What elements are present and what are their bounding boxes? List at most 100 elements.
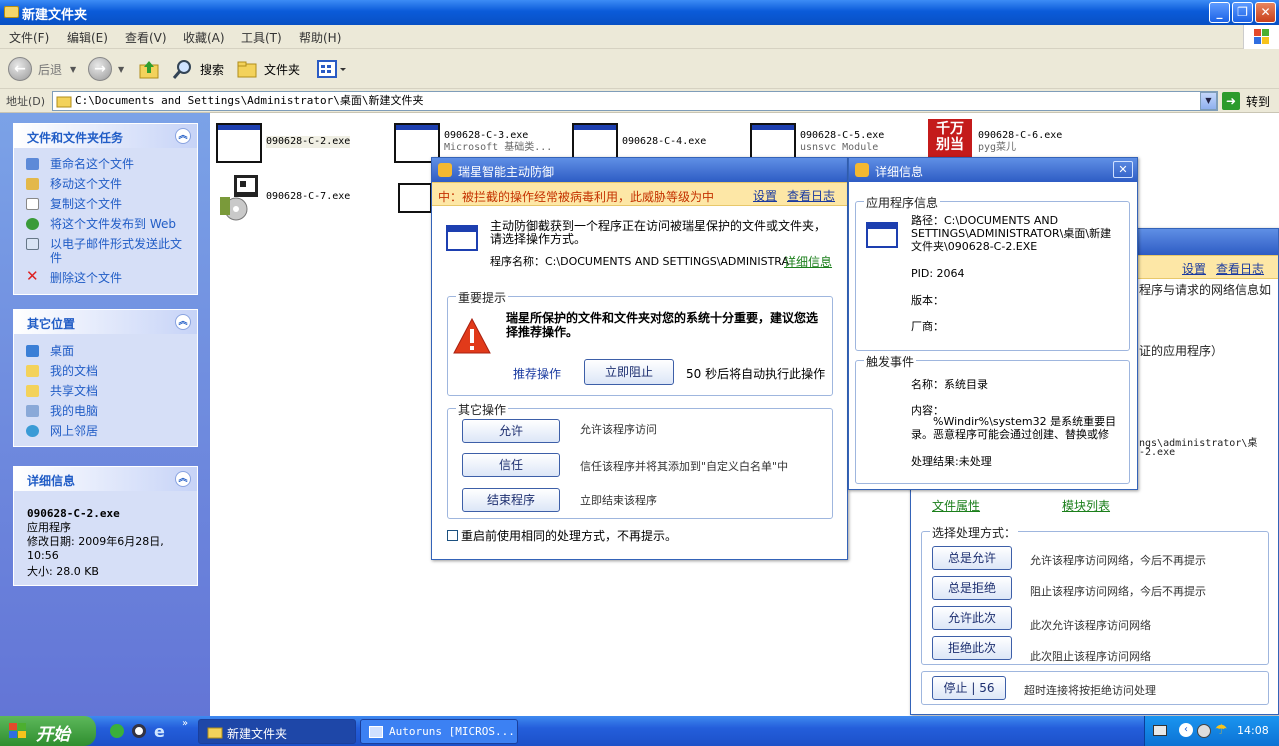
warning-triangle-icon bbox=[453, 317, 491, 354]
exe-file-icon[interactable] bbox=[216, 123, 262, 163]
taskbar-item-autoruns[interactable]: Autoruns [MICROS... bbox=[360, 719, 518, 744]
clock[interactable]: 14:08 bbox=[1237, 724, 1269, 737]
detail-close-button[interactable]: ✕ bbox=[1113, 161, 1133, 178]
place-network[interactable]: 网上邻居 bbox=[14, 424, 197, 438]
allow-once-button[interactable]: 允许此次 bbox=[932, 606, 1012, 630]
custom-exe-icon[interactable]: 千万 别当 bbox=[928, 119, 972, 157]
end-program-button[interactable]: 结束程序 bbox=[462, 488, 560, 512]
tray-expand-icon[interactable]: ‹ bbox=[1179, 723, 1193, 737]
window-file-icon[interactable] bbox=[398, 183, 432, 213]
file-name[interactable]: 090628-C-4.exe bbox=[622, 136, 706, 148]
quicklaunch-ie-icon[interactable]: e bbox=[154, 722, 165, 741]
menu-view[interactable]: 查看(V) bbox=[125, 29, 167, 46]
installer-icon[interactable] bbox=[218, 173, 262, 221]
app-version: 版本： bbox=[911, 294, 944, 307]
collapse-icon[interactable]: ︽ bbox=[175, 128, 191, 144]
other-places-header[interactable]: 其它位置 ︽ bbox=[14, 310, 197, 334]
file-properties-link[interactable]: 文件属性 bbox=[932, 497, 980, 514]
remember-checkbox-row[interactable]: 重启前使用相同的处理方式，不再提示。 bbox=[447, 527, 677, 544]
active-defense-dialog: 瑞星智能主动防御 中：被拦截的操作经常被病毒利用，此威胁等级为中 设置 查看日志… bbox=[431, 157, 848, 560]
start-button[interactable]: 开始 bbox=[0, 716, 96, 746]
block-now-button[interactable]: 立即阻止 bbox=[584, 359, 674, 385]
other-places-panel: 其它位置 ︽ 桌面 我的文档 共享文档 我的电脑 网上邻居 bbox=[13, 309, 198, 447]
file-name[interactable]: 090628-C-7.exe bbox=[266, 191, 350, 203]
umbrella-icon[interactable]: ☂ bbox=[1215, 722, 1229, 738]
windows-logo-icon bbox=[9, 723, 26, 738]
trigger-event-group: 触发事件 名称：系统目录 内容： %Windir%\system32 是系统重要… bbox=[855, 353, 1130, 484]
address-dropdown[interactable]: ▼ bbox=[1200, 92, 1217, 110]
address-input[interactable]: C:\Documents and Settings\Administrator\… bbox=[52, 91, 1218, 111]
always-allow-button[interactable]: 总是允许 bbox=[932, 546, 1012, 570]
network-info-text: 程序与请求的网络信息如 bbox=[1139, 283, 1272, 297]
place-desktop[interactable]: 桌面 bbox=[14, 344, 197, 358]
maximize-button[interactable]: ❐ bbox=[1232, 2, 1253, 23]
network-settings-link[interactable]: 设置 bbox=[1182, 260, 1206, 277]
desktop-icon bbox=[26, 345, 39, 357]
search-button[interactable]: 搜索 bbox=[172, 56, 224, 82]
collapse-icon[interactable]: ︽ bbox=[175, 471, 191, 487]
email-icon bbox=[26, 238, 39, 250]
task-move[interactable]: 移动这个文件 bbox=[14, 177, 197, 191]
quicklaunch-media-icon[interactable] bbox=[132, 724, 146, 738]
window-titlebar: 新建文件夹 _ ❐ ✕ bbox=[0, 0, 1279, 25]
search-icon bbox=[172, 60, 191, 79]
view-log-link[interactable]: 查看日志 bbox=[787, 187, 835, 204]
menu-tools[interactable]: 工具(T) bbox=[241, 29, 282, 46]
quicklaunch-expand-icon[interactable]: » bbox=[182, 718, 188, 729]
file-name[interactable]: 090628-C-6.exe bbox=[978, 130, 1062, 142]
views-button[interactable] bbox=[316, 56, 346, 82]
file-name[interactable]: 090628-C-3.exe bbox=[444, 130, 528, 142]
network-tray-icon[interactable] bbox=[1197, 724, 1211, 738]
trust-button[interactable]: 信任 bbox=[462, 453, 560, 477]
task-delete[interactable]: ✕ 删除这个文件 bbox=[14, 269, 197, 286]
settings-link[interactable]: 设置 bbox=[753, 187, 777, 204]
always-deny-button[interactable]: 总是拒绝 bbox=[932, 576, 1012, 600]
task-copy[interactable]: 复制这个文件 bbox=[14, 197, 197, 211]
event-result: 处理结果:未处理 bbox=[911, 455, 992, 468]
remember-checkbox[interactable] bbox=[447, 530, 458, 541]
module-list-link[interactable]: 模块列表 bbox=[1062, 497, 1110, 514]
details-header[interactable]: 详细信息 ︽ bbox=[14, 467, 197, 491]
deny-once-button[interactable]: 拒绝此次 bbox=[932, 636, 1012, 660]
taskbar-item-folder[interactable]: 新建文件夹 bbox=[198, 719, 356, 744]
threat-warning-bar: 中：被拦截的操作经常被病毒利用，此威胁等级为中 设置 查看日志 bbox=[432, 182, 847, 206]
intro-text: 主动防御截获到一个程序正在访问被瑞星保护的文件或文件夹，请选择操作方式。 bbox=[490, 219, 827, 246]
folder-icon bbox=[207, 727, 223, 739]
task-email[interactable]: 以电子邮件形式发送此文件 bbox=[14, 237, 182, 265]
menu-favorites[interactable]: 收藏(A) bbox=[183, 29, 225, 46]
collapse-icon[interactable]: ︽ bbox=[175, 314, 191, 330]
folders-button[interactable]: 文件夹 bbox=[236, 56, 300, 82]
allow-button[interactable]: 允许 bbox=[462, 419, 560, 443]
detail-info-link[interactable]: 详细信息 bbox=[784, 253, 832, 270]
menu-edit[interactable]: 编辑(E) bbox=[67, 29, 108, 46]
network-logs-link[interactable]: 查看日志 bbox=[1216, 260, 1264, 277]
keyboard-icon[interactable] bbox=[1153, 725, 1167, 736]
file-name[interactable]: 090628-C-5.exe bbox=[800, 130, 884, 142]
folder-icon bbox=[237, 61, 257, 78]
file-tasks-panel: 文件和文件夹任务 ︽ 重命名这个文件 移动这个文件 复制这个文件 将这个文件发布到… bbox=[13, 123, 198, 295]
task-rename[interactable]: 重命名这个文件 bbox=[14, 157, 197, 171]
quicklaunch-refresh-icon[interactable] bbox=[110, 724, 124, 738]
app-info-group: 应用程序信息 路径：C:\DOCUMENTS AND SETTINGS\ADMI… bbox=[855, 194, 1130, 351]
detail-size: 大小: 28.0 KB bbox=[27, 565, 99, 578]
menu-file[interactable]: 文件(F) bbox=[9, 29, 49, 46]
forward-button[interactable]: → ▼ bbox=[88, 56, 124, 82]
file-description: Microsoft 基础类... bbox=[444, 142, 553, 153]
place-shared-documents[interactable]: 共享文档 bbox=[14, 384, 197, 398]
close-button[interactable]: ✕ bbox=[1255, 2, 1276, 23]
taskbar: 开始 e » 新建文件夹 Autoruns [MICROS... ‹ ☂ 14:… bbox=[0, 716, 1279, 746]
go-button[interactable]: ➜ 转到 bbox=[1222, 91, 1270, 111]
app-pid: PID: 2064 bbox=[911, 267, 965, 280]
task-publish-web[interactable]: 将这个文件发布到 Web bbox=[14, 217, 197, 231]
file-name[interactable]: 090628-C-2.exe bbox=[266, 136, 351, 148]
menu-help[interactable]: 帮助(H) bbox=[299, 29, 341, 46]
place-my-documents[interactable]: 我的文档 bbox=[14, 364, 197, 378]
minimize-button[interactable]: _ bbox=[1209, 2, 1230, 23]
rising-lion-icon bbox=[438, 163, 452, 177]
file-tasks-header[interactable]: 文件和文件夹任务 ︽ bbox=[14, 124, 197, 148]
up-button[interactable] bbox=[138, 56, 160, 82]
folder-icon bbox=[56, 96, 72, 108]
back-button[interactable]: ← 后退 ▼ bbox=[8, 56, 76, 82]
stop-button[interactable]: 停止 | 56 bbox=[932, 676, 1006, 700]
place-my-computer[interactable]: 我的电脑 bbox=[14, 404, 197, 418]
